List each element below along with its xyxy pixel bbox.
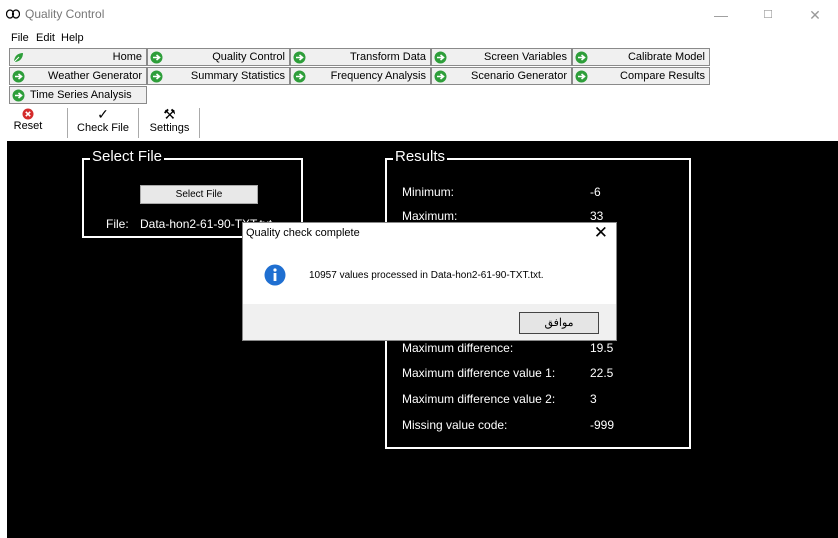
- arrow-right-icon: [575, 51, 588, 64]
- nav-weather-generator-button[interactable]: Weather Generator: [9, 67, 147, 85]
- app-icon: [6, 9, 20, 19]
- menu-file[interactable]: File: [11, 32, 29, 44]
- result-label: Maximum difference value 2:: [402, 392, 556, 406]
- dialog-message: 10957 values processed in Data-hon2-61-9…: [309, 270, 544, 281]
- arrow-right-icon: [434, 51, 447, 64]
- menu-edit[interactable]: Edit: [36, 32, 55, 44]
- menu-bar: File Edit Help: [0, 30, 838, 48]
- leaf-icon: [13, 53, 23, 63]
- title-bar: Quality Control — ☐ ✕: [0, 0, 838, 30]
- nav-time-series-analysis-button[interactable]: Time Series Analysis: [9, 86, 147, 104]
- result-value: -6: [590, 185, 601, 199]
- arrow-right-icon: [12, 70, 25, 83]
- dialog-title: Quality check complete: [246, 227, 360, 239]
- select-file-title: Select File: [90, 148, 165, 165]
- reset-button[interactable]: Reset: [11, 106, 45, 140]
- nav-transform-data-button[interactable]: Transform Data: [290, 48, 431, 66]
- command-separator: [199, 108, 200, 138]
- dialog-close-button[interactable]: ✕: [594, 223, 608, 243]
- nav-summary-statistics-button[interactable]: Summary Statistics: [147, 67, 290, 85]
- command-separator: [67, 108, 68, 138]
- quality-check-dialog: Quality check complete ✕ 10957 values pr…: [242, 222, 617, 341]
- info-icon: [264, 264, 286, 286]
- window-title: Quality Control: [25, 7, 105, 21]
- command-bar: Reset ✓ Check File ⚒ Settings: [0, 105, 838, 141]
- settings-button[interactable]: ⚒ Settings: [143, 106, 196, 140]
- result-label: Missing value code:: [402, 418, 508, 432]
- result-value: 3: [590, 392, 597, 406]
- toolbar-row-3: Time Series Analysis: [0, 86, 838, 106]
- result-value: 19.5: [590, 341, 614, 355]
- arrow-right-icon: [12, 89, 25, 102]
- arrow-right-icon: [293, 51, 306, 64]
- result-label: Maximum difference:: [402, 341, 514, 355]
- arrow-right-icon: [575, 70, 588, 83]
- nav-quality-control-button[interactable]: Quality Control: [147, 48, 290, 66]
- nav-scenario-generator-button[interactable]: Scenario Generator: [431, 67, 572, 85]
- nav-screen-variables-button[interactable]: Screen Variables: [431, 48, 572, 66]
- nav-frequency-analysis-button[interactable]: Frequency Analysis: [290, 67, 431, 85]
- minimize-button[interactable]: —: [701, 4, 741, 26]
- result-value: 33: [590, 209, 604, 223]
- nav-compare-results-button[interactable]: Compare Results: [572, 67, 710, 85]
- command-separator: [138, 108, 139, 138]
- menu-help[interactable]: Help: [61, 32, 84, 44]
- arrow-right-icon: [434, 70, 447, 83]
- arrow-right-icon: [150, 51, 163, 64]
- dialog-footer: موافق: [243, 304, 616, 340]
- arrow-right-icon: [293, 70, 306, 83]
- file-label: File:: [106, 217, 129, 231]
- nav-calibrate-model-button[interactable]: Calibrate Model: [572, 48, 710, 66]
- results-title: Results: [393, 148, 448, 165]
- reset-icon: [22, 108, 34, 120]
- select-file-button[interactable]: Select File: [140, 185, 258, 204]
- nav-home-button[interactable]: Home: [9, 48, 147, 66]
- result-label: Maximum difference value 1:: [402, 366, 556, 380]
- close-button[interactable]: ✕: [795, 4, 835, 26]
- check-file-button[interactable]: ✓ Check File: [72, 106, 134, 140]
- maximize-button[interactable]: ☐: [748, 4, 788, 26]
- toolbar-row-1: Home Quality Control Transform Data Scre…: [0, 48, 838, 68]
- arrow-right-icon: [150, 70, 163, 83]
- toolbar-row-2: Weather Generator Summary Statistics Fre…: [0, 67, 838, 87]
- tools-icon: ⚒: [163, 106, 176, 122]
- checkmark-icon: ✓: [97, 106, 109, 122]
- result-label: Maximum:: [402, 209, 458, 223]
- result-label: Minimum:: [402, 185, 455, 199]
- ok-button[interactable]: موافق: [519, 312, 599, 334]
- result-value: -999: [590, 418, 615, 432]
- result-value: 22.5: [590, 366, 614, 380]
